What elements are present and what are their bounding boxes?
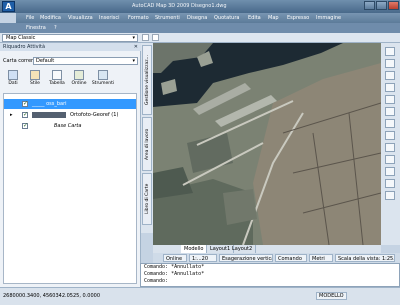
current-map-value: Default bbox=[36, 58, 55, 64]
chevron-down-icon: ▾ bbox=[132, 35, 135, 41]
menu-espresso[interactable]: Espresso bbox=[287, 13, 309, 23]
scale-icon[interactable] bbox=[385, 119, 395, 128]
tab-map-book[interactable]: Libro di Carte bbox=[142, 173, 152, 225]
style-tool-label: Stile bbox=[30, 81, 40, 86]
task-pane-title: Riquadro Attività bbox=[3, 44, 46, 50]
toolbar: Map Classic ▾ bbox=[0, 33, 400, 43]
layer-row[interactable]: ▸ Ortofoto-Georef (1) bbox=[4, 110, 136, 120]
layer-name: _____ oss_bari bbox=[32, 101, 67, 107]
data-tool[interactable]: Dati bbox=[3, 70, 23, 89]
order-tool-label: Ordine bbox=[71, 81, 87, 86]
current-map-select[interactable]: Default ▾ bbox=[33, 57, 138, 65]
data-tool-label: Dati bbox=[8, 81, 18, 86]
app-icon[interactable]: A bbox=[2, 1, 15, 12]
menu-immagine[interactable]: Immagine bbox=[316, 13, 341, 23]
scale-field[interactable]: 1:...20 bbox=[189, 254, 217, 262]
close-icon[interactable]: ✕ bbox=[134, 43, 138, 51]
layer-row[interactable]: Base Carta bbox=[4, 121, 136, 131]
chevron-down-icon: ▾ bbox=[132, 58, 135, 64]
coordinates-readout: 2680000.3400, 4560342.0525, 0.0000 bbox=[3, 293, 101, 299]
menu-map[interactable]: Map bbox=[268, 13, 279, 23]
layout-tabs: Modello Layout1 Layout2 bbox=[153, 245, 381, 253]
wrench-icon bbox=[98, 70, 108, 80]
side-tabs: Gestione visualizzaz... Area di lavoro L… bbox=[141, 43, 153, 233]
gear-icon[interactable] bbox=[142, 34, 149, 41]
model-space-toggle[interactable]: MODELLO bbox=[316, 292, 347, 300]
command-history-line: Comando: *Annullato* bbox=[144, 264, 205, 270]
style-tool[interactable]: Stile bbox=[25, 70, 45, 89]
layer-name: Ortofoto-Georef (1) bbox=[70, 112, 119, 118]
menu-edita[interactable]: Edita bbox=[248, 13, 261, 23]
zoom-icon[interactable] bbox=[385, 47, 395, 56]
tools-tool-label: Strumenti bbox=[91, 81, 115, 86]
table-tool[interactable]: Tabella bbox=[47, 70, 67, 89]
order-icon bbox=[74, 70, 84, 80]
extend-icon[interactable] bbox=[385, 143, 395, 152]
layer-checkbox[interactable] bbox=[22, 110, 28, 120]
layer-name: Base Carta bbox=[54, 123, 82, 129]
layer-checkbox[interactable] bbox=[22, 121, 28, 131]
select-icon[interactable] bbox=[385, 71, 395, 80]
vertical-exaggeration[interactable]: Esagerazione verticale: 1x bbox=[219, 254, 273, 262]
layer-checkbox[interactable] bbox=[22, 99, 28, 109]
layer-row[interactable]: _____ oss_bari bbox=[4, 99, 136, 109]
menu-disegna[interactable]: Disegna bbox=[187, 13, 207, 23]
expand-icon[interactable]: ▸ bbox=[10, 110, 13, 120]
right-toolbar bbox=[381, 43, 400, 245]
explode-icon[interactable] bbox=[385, 179, 395, 188]
command-history-line: Comando: *Annullato* bbox=[144, 271, 205, 277]
menu-modifica[interactable]: Modifica bbox=[40, 13, 61, 23]
tools-tool[interactable]: Strumenti bbox=[91, 70, 115, 89]
menu-formato[interactable]: Formato bbox=[128, 13, 149, 23]
tab-display-manager[interactable]: Gestione visualizzaz... bbox=[142, 45, 152, 115]
maximize-button[interactable] bbox=[376, 1, 387, 10]
erase-icon[interactable] bbox=[385, 191, 395, 200]
unit-field[interactable]: Metri bbox=[309, 254, 333, 262]
online-status[interactable]: Online bbox=[163, 254, 187, 262]
menu-finestra[interactable]: Finestra bbox=[26, 23, 46, 33]
status-bar: 2680000.3400, 4560342.0525, 0.0000 MODEL… bbox=[0, 287, 400, 305]
rotate-icon[interactable] bbox=[385, 107, 395, 116]
menu-bar: File Modifica Visualizza Inserisci Forma… bbox=[16, 13, 400, 23]
table-tool-label: Tabella bbox=[49, 81, 65, 86]
tab-workspace[interactable]: Area di lavoro bbox=[142, 117, 152, 171]
map-status-bar: Online 1:...20 Esagerazione verticale: 1… bbox=[153, 253, 400, 263]
workspace-select[interactable]: Map Classic ▾ bbox=[2, 34, 138, 42]
pan-icon[interactable] bbox=[385, 59, 395, 68]
layer-tree: _____ oss_bari ▸ Ortofoto-Georef (1) Bas… bbox=[3, 93, 137, 284]
trim-icon[interactable] bbox=[385, 131, 395, 140]
copy-icon[interactable] bbox=[385, 95, 395, 104]
menu-quotatura[interactable]: Quotatura bbox=[214, 13, 239, 23]
tab-model[interactable]: Modello bbox=[181, 245, 208, 253]
window-icon[interactable] bbox=[152, 34, 159, 41]
database-icon bbox=[8, 70, 18, 80]
raster-thumbnail-icon bbox=[32, 112, 66, 118]
command-prompt[interactable]: Comando: bbox=[144, 278, 399, 285]
menu-help[interactable]: ? bbox=[54, 23, 57, 33]
fillet-icon[interactable] bbox=[385, 167, 395, 176]
style-icon bbox=[30, 70, 40, 80]
workspace-value: Map Classic bbox=[6, 35, 36, 41]
menu-bar-secondary: Finestra ? bbox=[0, 23, 400, 33]
view-scale[interactable]: Scala della vista: 1:25... bbox=[335, 254, 395, 262]
menu-inserisci[interactable]: Inserisci bbox=[99, 13, 120, 23]
menu-strumenti[interactable]: Strumenti bbox=[155, 13, 180, 23]
close-button[interactable] bbox=[388, 1, 399, 10]
command-line[interactable]: Comando: *Annullato* Comando: *Annullato… bbox=[140, 263, 400, 287]
break-icon[interactable] bbox=[385, 155, 395, 164]
menu-file[interactable]: File bbox=[26, 13, 34, 23]
title-bar: A AutoCAD Map 3D 2009 Disegno1.dwg bbox=[0, 0, 400, 13]
table-icon bbox=[52, 70, 62, 80]
task-pane-header: Riquadro Attività ✕ bbox=[0, 43, 141, 51]
map-canvas[interactable] bbox=[153, 43, 381, 245]
order-tool[interactable]: Ordine bbox=[69, 70, 89, 89]
move-icon[interactable] bbox=[385, 83, 395, 92]
window-title: AutoCAD Map 3D 2009 Disegno1.dwg bbox=[132, 3, 227, 9]
minimize-button[interactable] bbox=[364, 1, 375, 10]
tab-layout2[interactable]: Layout2 bbox=[229, 245, 257, 253]
aerial-orthophoto bbox=[153, 43, 381, 245]
menu-visualizza[interactable]: Visualizza bbox=[68, 13, 93, 23]
command-mode[interactable]: Comando bbox=[275, 254, 307, 262]
task-pane: Riquadro Attività ✕ Carta corrente: Defa… bbox=[0, 43, 141, 287]
